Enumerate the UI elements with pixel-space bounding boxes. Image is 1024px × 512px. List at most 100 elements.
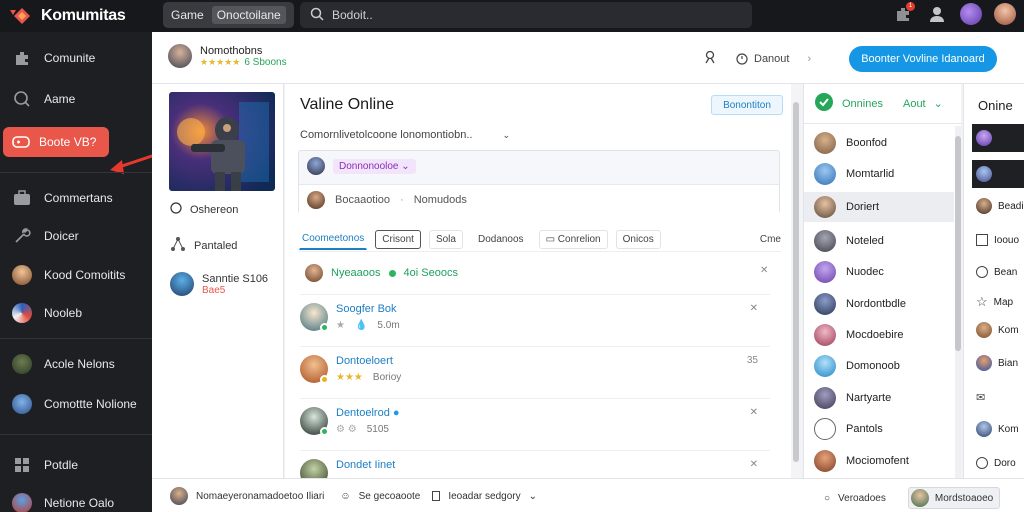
app-logo[interactable]: Komumitas	[10, 6, 126, 26]
profile-avatar[interactable]	[960, 3, 982, 25]
online-item[interactable]: ☆ Map	[972, 288, 1024, 316]
chevron-down-icon[interactable]: ⌄	[529, 491, 537, 502]
online-item[interactable]: Ioouo	[972, 226, 1024, 254]
friend-item[interactable]: Boonfod	[804, 128, 954, 158]
user-search-icon[interactable]	[704, 50, 718, 67]
sidebar-item-doicer[interactable]: Doicer	[0, 221, 152, 251]
online-item[interactable]	[972, 160, 1024, 188]
notification-badge: 1	[906, 2, 915, 11]
online-item[interactable]: ✉	[972, 383, 1024, 411]
danout-button[interactable]: Danout	[736, 53, 789, 65]
avatar	[976, 421, 992, 437]
chevron-down-icon[interactable]: ⌄	[502, 130, 510, 141]
sidebar-item-commentans[interactable]: Commertans	[0, 183, 152, 213]
friend-item[interactable]: Mocdoebire	[804, 320, 954, 350]
friend-item[interactable]: Nuodec	[804, 257, 954, 287]
gamepad-icon	[11, 132, 31, 152]
friends-scrollbar[interactable]	[955, 126, 961, 478]
online-item[interactable]: Bian	[972, 349, 1024, 377]
tab-game[interactable]: Game	[171, 8, 204, 22]
composer-text-b[interactable]: Nomudods	[414, 194, 467, 206]
scrollbar-thumb[interactable]	[793, 102, 799, 462]
smile-icon: ☺	[340, 490, 351, 502]
composer-text-a[interactable]: Bocaaotioo	[335, 194, 390, 206]
sidebar-item-acole[interactable]: Acole Nelons	[0, 349, 152, 379]
tab-3[interactable]: Dodanoos	[471, 230, 531, 249]
online-item[interactable]: Doro	[972, 449, 1024, 477]
feed-item-name[interactable]: Dontoeloert	[336, 355, 393, 367]
close-icon[interactable]: ✕	[760, 265, 768, 276]
sidebar-item-netione[interactable]: Netione Oalo	[0, 488, 152, 512]
sidebar-item-community[interactable]: Comunite	[0, 43, 152, 73]
profile-row-oshereon[interactable]: Oshereon	[170, 202, 238, 217]
composer[interactable]: Donnonooloe ⌄ Bocaaotioo · Nomudods	[298, 150, 780, 214]
chevron-right-icon[interactable]: ›	[807, 53, 811, 65]
header-username: Nomothobns	[200, 44, 263, 57]
online-item[interactable]: Kom	[972, 316, 1024, 344]
avatar	[307, 190, 325, 209]
profile-row-pantaled[interactable]: Pantaled	[170, 236, 237, 255]
profile-user[interactable]: Sanntie S106 Bae5	[170, 272, 268, 296]
online-item[interactable]: Bean	[972, 258, 1024, 286]
search-input[interactable]	[332, 8, 732, 22]
composer-pill[interactable]: Donnonooloe ⌄	[333, 158, 416, 174]
feed-item[interactable]: Soogfer Bok ★ 💧 5.0m ✕	[300, 294, 770, 350]
tab-2[interactable]: Sola	[428, 230, 463, 249]
online-item[interactable]: Kom	[972, 415, 1024, 443]
account-avatar[interactable]	[994, 3, 1016, 25]
avatar	[168, 44, 192, 68]
friend-item[interactable]: Pantols	[804, 414, 954, 444]
avatar	[12, 303, 32, 323]
online-item[interactable]	[972, 124, 1024, 152]
close-icon[interactable]: ✕	[750, 407, 758, 418]
sidebar-item-nooleb[interactable]: Nooleb	[0, 298, 152, 328]
badge-button[interactable]: Bonontiton	[711, 95, 783, 115]
bottom-right-1[interactable]: Veroadoes	[838, 493, 886, 504]
feed-item[interactable]: Dentoelrod ● ⚙ ⚙ 5105 ✕	[300, 398, 770, 454]
main-subtitle[interactable]: Comornlivetolcoone lonomontiobn.. ⌄	[300, 129, 510, 141]
friends-filter[interactable]: Aout	[903, 98, 926, 110]
bottom-item-3[interactable]: Ieoadar sedgory	[448, 491, 520, 502]
online-row[interactable]: Nyeaaoos 4oi Seoocs	[305, 264, 458, 282]
feed-item-name[interactable]: Dondet Iinet	[336, 459, 395, 471]
primary-action-button[interactable]: Boonter Vovline Idanoard	[849, 46, 997, 72]
tab-end[interactable]: Cme	[760, 234, 781, 245]
bottom-chip[interactable]: Mordstoaoeo	[907, 487, 1001, 509]
tab-5[interactable]: Onicos	[615, 230, 661, 249]
sidebar-item-active[interactable]: Boote VB?	[3, 127, 109, 157]
close-icon[interactable]: ✕	[750, 303, 758, 314]
friend-item[interactable]: Momtarlid	[804, 159, 954, 189]
close-icon[interactable]: ✕	[750, 459, 758, 470]
friend-item[interactable]: Domonoob	[804, 351, 954, 381]
friend-item[interactable]: Noteled	[804, 226, 954, 256]
main-scrollbar[interactable]	[791, 84, 801, 478]
user-icon[interactable]	[926, 3, 948, 25]
friend-item[interactable]: Doriert	[804, 192, 954, 222]
scrollbar-thumb[interactable]	[955, 136, 961, 351]
sidebar-item-kood[interactable]: Kood Comoitits	[0, 260, 152, 290]
friend-item[interactable]: Mociomofent	[804, 446, 954, 476]
feed-item-name[interactable]: Soogfer Bok	[336, 303, 397, 315]
feed-item[interactable]: Dontoeloert ★★★ Borioy 35	[300, 346, 770, 402]
sidebar: Comunite Aame Boote VB? Commertans Doice…	[0, 32, 177, 512]
sidebar-item-potdle[interactable]: Potdle	[0, 450, 152, 480]
search-bar[interactable]	[300, 2, 752, 28]
sidebar-item-comottte[interactable]: Comottte Nolione	[0, 389, 152, 419]
bottom-status[interactable]: Nomaeyeronamadoetoo Iliari	[196, 491, 324, 502]
bottom-item-2[interactable]: Se gecoaoote	[359, 491, 421, 502]
feed-item-name[interactable]: Dentoelrod ●	[336, 407, 400, 419]
friend-item[interactable]: Nordontbdle	[804, 289, 954, 319]
game-cover-image[interactable]	[169, 92, 275, 191]
friends-title[interactable]: Onnines	[842, 98, 883, 110]
tab-0[interactable]: Coomeetonos	[299, 230, 368, 250]
tab-1[interactable]: Crisont	[375, 230, 421, 249]
sidebar-item-search[interactable]: Aame	[0, 84, 152, 114]
tab-4[interactable]: ▭ Conrelion	[538, 230, 608, 249]
friend-item[interactable]: Nartyarte	[804, 383, 954, 413]
header-user[interactable]: Nomothobns ★★★★★ 6 Sboons	[168, 44, 287, 68]
puzzle-notification-icon[interactable]: 1	[892, 2, 915, 25]
online-item[interactable]: Beadi	[972, 192, 1024, 220]
chevron-down-icon[interactable]: ⌄	[934, 97, 943, 110]
feed-name-text: Dentoelrod	[336, 407, 390, 419]
tab-sub[interactable]: Onoctoilane	[211, 6, 286, 24]
